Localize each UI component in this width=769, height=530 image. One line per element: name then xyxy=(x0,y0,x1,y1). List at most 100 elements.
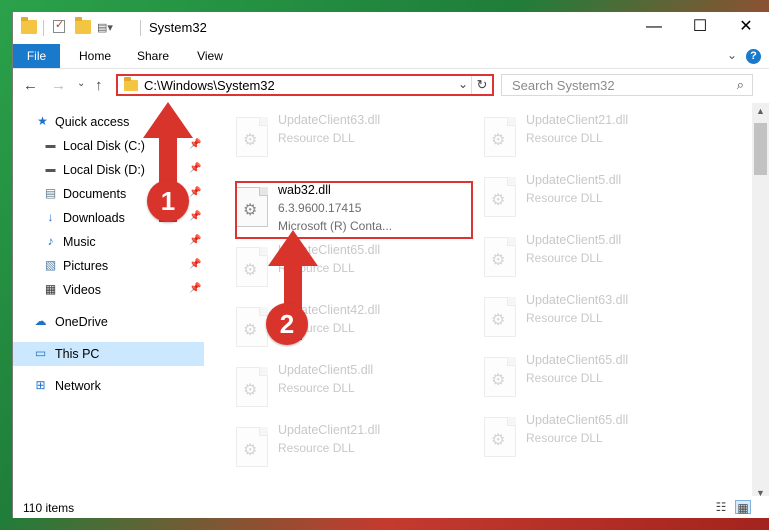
up-arrow-icon[interactable]: ↑ xyxy=(95,77,103,94)
sidebar-item-music[interactable]: ♪ Music 📌 xyxy=(13,230,204,254)
file-type: Resource DLL xyxy=(526,191,603,205)
file-item[interactable]: UpdateClient63.dll Resource DLL xyxy=(230,109,460,165)
network-icon: ⊞ xyxy=(35,378,46,392)
file-name: UpdateClient5.dll xyxy=(526,173,622,187)
tab-home[interactable]: Home xyxy=(69,44,121,68)
dll-file-icon xyxy=(236,117,268,157)
back-arrow-icon[interactable]: ← xyxy=(23,77,38,94)
chevron-down-icon[interactable]: ⌄ xyxy=(458,77,468,91)
help-icon[interactable]: ? xyxy=(746,49,761,64)
ribbon-tabs: File Home Share View ⌄ ? xyxy=(13,44,769,68)
close-button[interactable]: ✕ xyxy=(723,12,769,44)
navigation-bar: ← → ⌄ ↑ C:\Windows\System32 ⌄ ↻ Search S… xyxy=(13,68,769,103)
music-icon: ♪ xyxy=(47,234,54,248)
tab-share[interactable]: Share xyxy=(127,44,179,68)
file-name: UpdateClient65.dll xyxy=(526,353,629,367)
new-folder-icon[interactable] xyxy=(75,17,91,34)
download-icon: ↓ xyxy=(47,210,54,224)
file-item[interactable]: UpdateClient21.dll Resource DLL xyxy=(478,109,708,165)
file-type: Resource DLL xyxy=(278,441,355,455)
file-type: Resource DLL xyxy=(526,251,603,265)
tab-file[interactable]: File xyxy=(13,44,60,68)
file-item[interactable]: UpdateClient5.dll Resource DLL xyxy=(478,169,708,225)
pictures-icon: ▧ xyxy=(44,258,57,272)
large-icons-view-icon[interactable]: ▦ xyxy=(735,500,751,515)
file-item[interactable]: UpdateClient42.dll Resource DLL xyxy=(230,299,460,355)
customize-toolbar-icon[interactable]: ▤▾ xyxy=(97,21,113,35)
file-type: Resource DLL xyxy=(278,131,355,145)
drive-icon: ▬ xyxy=(45,140,56,151)
scroll-up-icon[interactable]: ▲ xyxy=(752,103,769,120)
file-item[interactable]: UpdateClient63.dll Resource DLL xyxy=(478,289,708,345)
file-item[interactable]: UpdateClient5.dll Resource DLL xyxy=(230,359,460,415)
dll-file-icon xyxy=(484,417,516,457)
dll-file-icon xyxy=(236,427,268,467)
sidebar-item-network[interactable]: ⊞ Network xyxy=(13,374,204,398)
vertical-scrollbar[interactable]: ▲ ▼ xyxy=(752,103,769,502)
sidebar-item-label: OneDrive xyxy=(55,315,108,329)
minimize-button[interactable]: — xyxy=(631,12,677,44)
sidebar-item-label: Local Disk (D:) xyxy=(63,163,145,177)
videos-icon: ▦ xyxy=(44,282,57,296)
details-view-icon[interactable]: ☷ xyxy=(713,500,729,514)
sidebar-item-onedrive[interactable]: ☁ OneDrive xyxy=(13,310,204,334)
sidebar-item-pictures[interactable]: ▧ Pictures 📌 xyxy=(13,254,204,278)
dll-file-icon xyxy=(484,177,516,217)
separator xyxy=(140,20,141,36)
pin-icon[interactable]: 📌 xyxy=(189,235,201,246)
file-name: UpdateClient5.dll xyxy=(278,363,374,377)
drive-icon: ▬ xyxy=(45,164,56,175)
sidebar-item-label: This PC xyxy=(55,347,100,361)
sidebar-item-videos[interactable]: ▦ Videos 📌 xyxy=(13,278,204,302)
documents-icon: ▤ xyxy=(44,186,57,200)
file-item[interactable]: UpdateClient65.dll Resource DLL xyxy=(478,349,708,405)
dll-file-icon xyxy=(484,237,516,277)
address-path: C:\Windows\System32 xyxy=(144,78,275,93)
file-name: UpdateClient63.dll xyxy=(526,293,629,307)
sidebar-item-this-pc[interactable]: ▭ This PC xyxy=(13,342,204,366)
dll-file-icon xyxy=(236,247,268,287)
file-item[interactable]: UpdateClient5.dll Resource DLL xyxy=(478,229,708,285)
file-item[interactable]: UpdateClient21.dll Resource DLL xyxy=(230,419,460,475)
folder-icon xyxy=(124,77,138,91)
sidebar-item-label: Downloads xyxy=(63,211,125,225)
refresh-icon[interactable]: ↻ xyxy=(471,76,492,94)
cloud-icon: ☁ xyxy=(34,314,47,328)
scroll-thumb[interactable] xyxy=(754,123,767,175)
file-type: Resource DLL xyxy=(526,131,603,145)
forward-arrow-icon[interactable]: → xyxy=(51,77,66,94)
search-placeholder: Search System32 xyxy=(512,78,615,93)
file-type: Resource DLL xyxy=(526,311,603,325)
expand-ribbon-icon[interactable]: ⌄ xyxy=(727,48,737,62)
file-name: UpdateClient63.dll xyxy=(278,113,381,127)
file-name: UpdateClient5.dll xyxy=(526,233,622,247)
sidebar-item-label: Network xyxy=(55,379,101,393)
file-item[interactable]: UpdateClient65.dll Resource DLL xyxy=(478,409,708,465)
separator xyxy=(43,20,44,36)
sidebar-item-label: Videos xyxy=(63,283,101,297)
dll-file-icon xyxy=(484,297,516,337)
window-title: System32 xyxy=(149,20,207,35)
step-2-badge: 2 xyxy=(266,303,308,345)
step-1-badge: 1 xyxy=(147,180,189,222)
sidebar-item-label: Pictures xyxy=(63,259,109,273)
file-name: UpdateClient21.dll xyxy=(278,423,381,437)
folder-icon xyxy=(21,17,37,34)
tab-view[interactable]: View xyxy=(185,44,235,68)
dll-file-icon xyxy=(236,307,268,347)
sidebar-item-label: Music xyxy=(63,235,96,249)
search-icon[interactable]: ⌕ xyxy=(737,77,744,93)
recent-locations-icon[interactable]: ⌄ xyxy=(77,78,85,89)
file-type: Resource DLL xyxy=(526,371,603,385)
pin-icon[interactable]: 📌 xyxy=(189,259,201,270)
pin-icon[interactable]: 📌 xyxy=(189,283,201,294)
properties-icon[interactable]: ✓ xyxy=(53,19,65,33)
file-explorer-window: ✓ ▤▾ System32 — ☐ ✕ File Home Share View… xyxy=(12,12,769,518)
search-input[interactable]: Search System32 ⌕ xyxy=(501,74,753,96)
sidebar-item-label: Quick access xyxy=(55,115,130,129)
computer-icon: ▭ xyxy=(34,346,47,360)
maximize-button[interactable]: ☐ xyxy=(677,12,723,44)
file-item[interactable]: UpdateClient65.dll Resource DLL xyxy=(230,239,460,295)
file-name: UpdateClient65.dll xyxy=(526,413,629,427)
address-bar[interactable]: C:\Windows\System32 ⌄ ↻ xyxy=(116,74,494,96)
